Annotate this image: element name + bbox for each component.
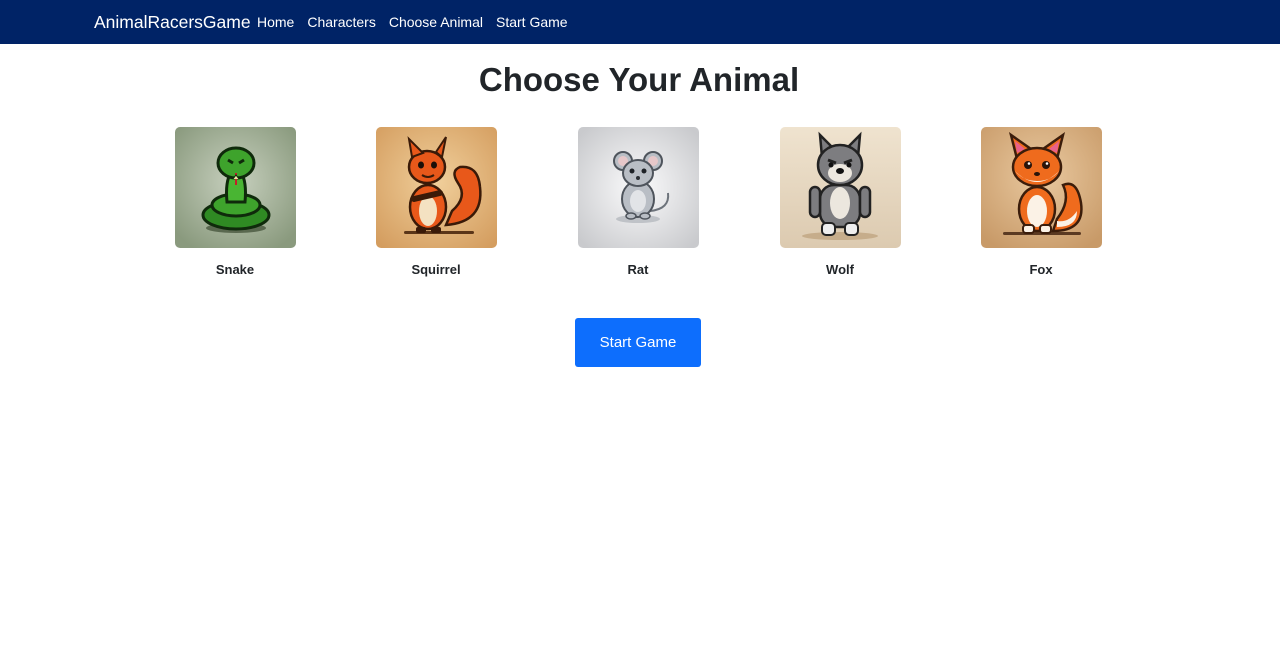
nav-choose-animal[interactable]: Choose Animal <box>389 13 483 31</box>
snake-icon <box>174 127 296 248</box>
brand-link[interactable]: AnimalRacersGame <box>94 11 251 33</box>
animal-card-snake[interactable]: Snake <box>170 127 300 278</box>
nav-links: Home Characters Choose Animal Start Game <box>257 13 581 31</box>
squirrel-icon <box>375 127 497 248</box>
wolf-icon <box>779 127 901 248</box>
animal-name: Wolf <box>826 262 854 277</box>
animal-card-rat[interactable]: Rat <box>573 127 703 278</box>
animal-list: Snake Squirrel Rat Wolf Fox <box>0 127 1280 287</box>
rat-icon <box>577 127 699 248</box>
start-game-button[interactable]: Start Game <box>575 318 701 367</box>
page-title: Choose Your Animal <box>478 61 800 98</box>
navbar: AnimalRacersGame Home Characters Choose … <box>0 0 1280 44</box>
nav-start-game[interactable]: Start Game <box>496 13 568 31</box>
rat-image[interactable] <box>577 127 699 248</box>
squirrel-image[interactable] <box>375 127 497 248</box>
snake-image[interactable] <box>174 127 296 248</box>
animal-card-squirrel[interactable]: Squirrel <box>371 127 501 278</box>
animal-name: Rat <box>627 262 649 277</box>
fox-icon <box>980 127 1102 248</box>
animal-name: Fox <box>1029 262 1053 277</box>
fox-image[interactable] <box>980 127 1102 248</box>
nav-characters[interactable]: Characters <box>307 13 375 31</box>
animal-card-wolf[interactable]: Wolf <box>775 127 905 278</box>
wolf-image[interactable] <box>779 127 901 248</box>
animal-name: Squirrel <box>411 262 461 277</box>
animal-card-fox[interactable]: Fox <box>976 127 1106 278</box>
nav-home[interactable]: Home <box>257 13 294 31</box>
animal-name: Snake <box>215 262 255 277</box>
